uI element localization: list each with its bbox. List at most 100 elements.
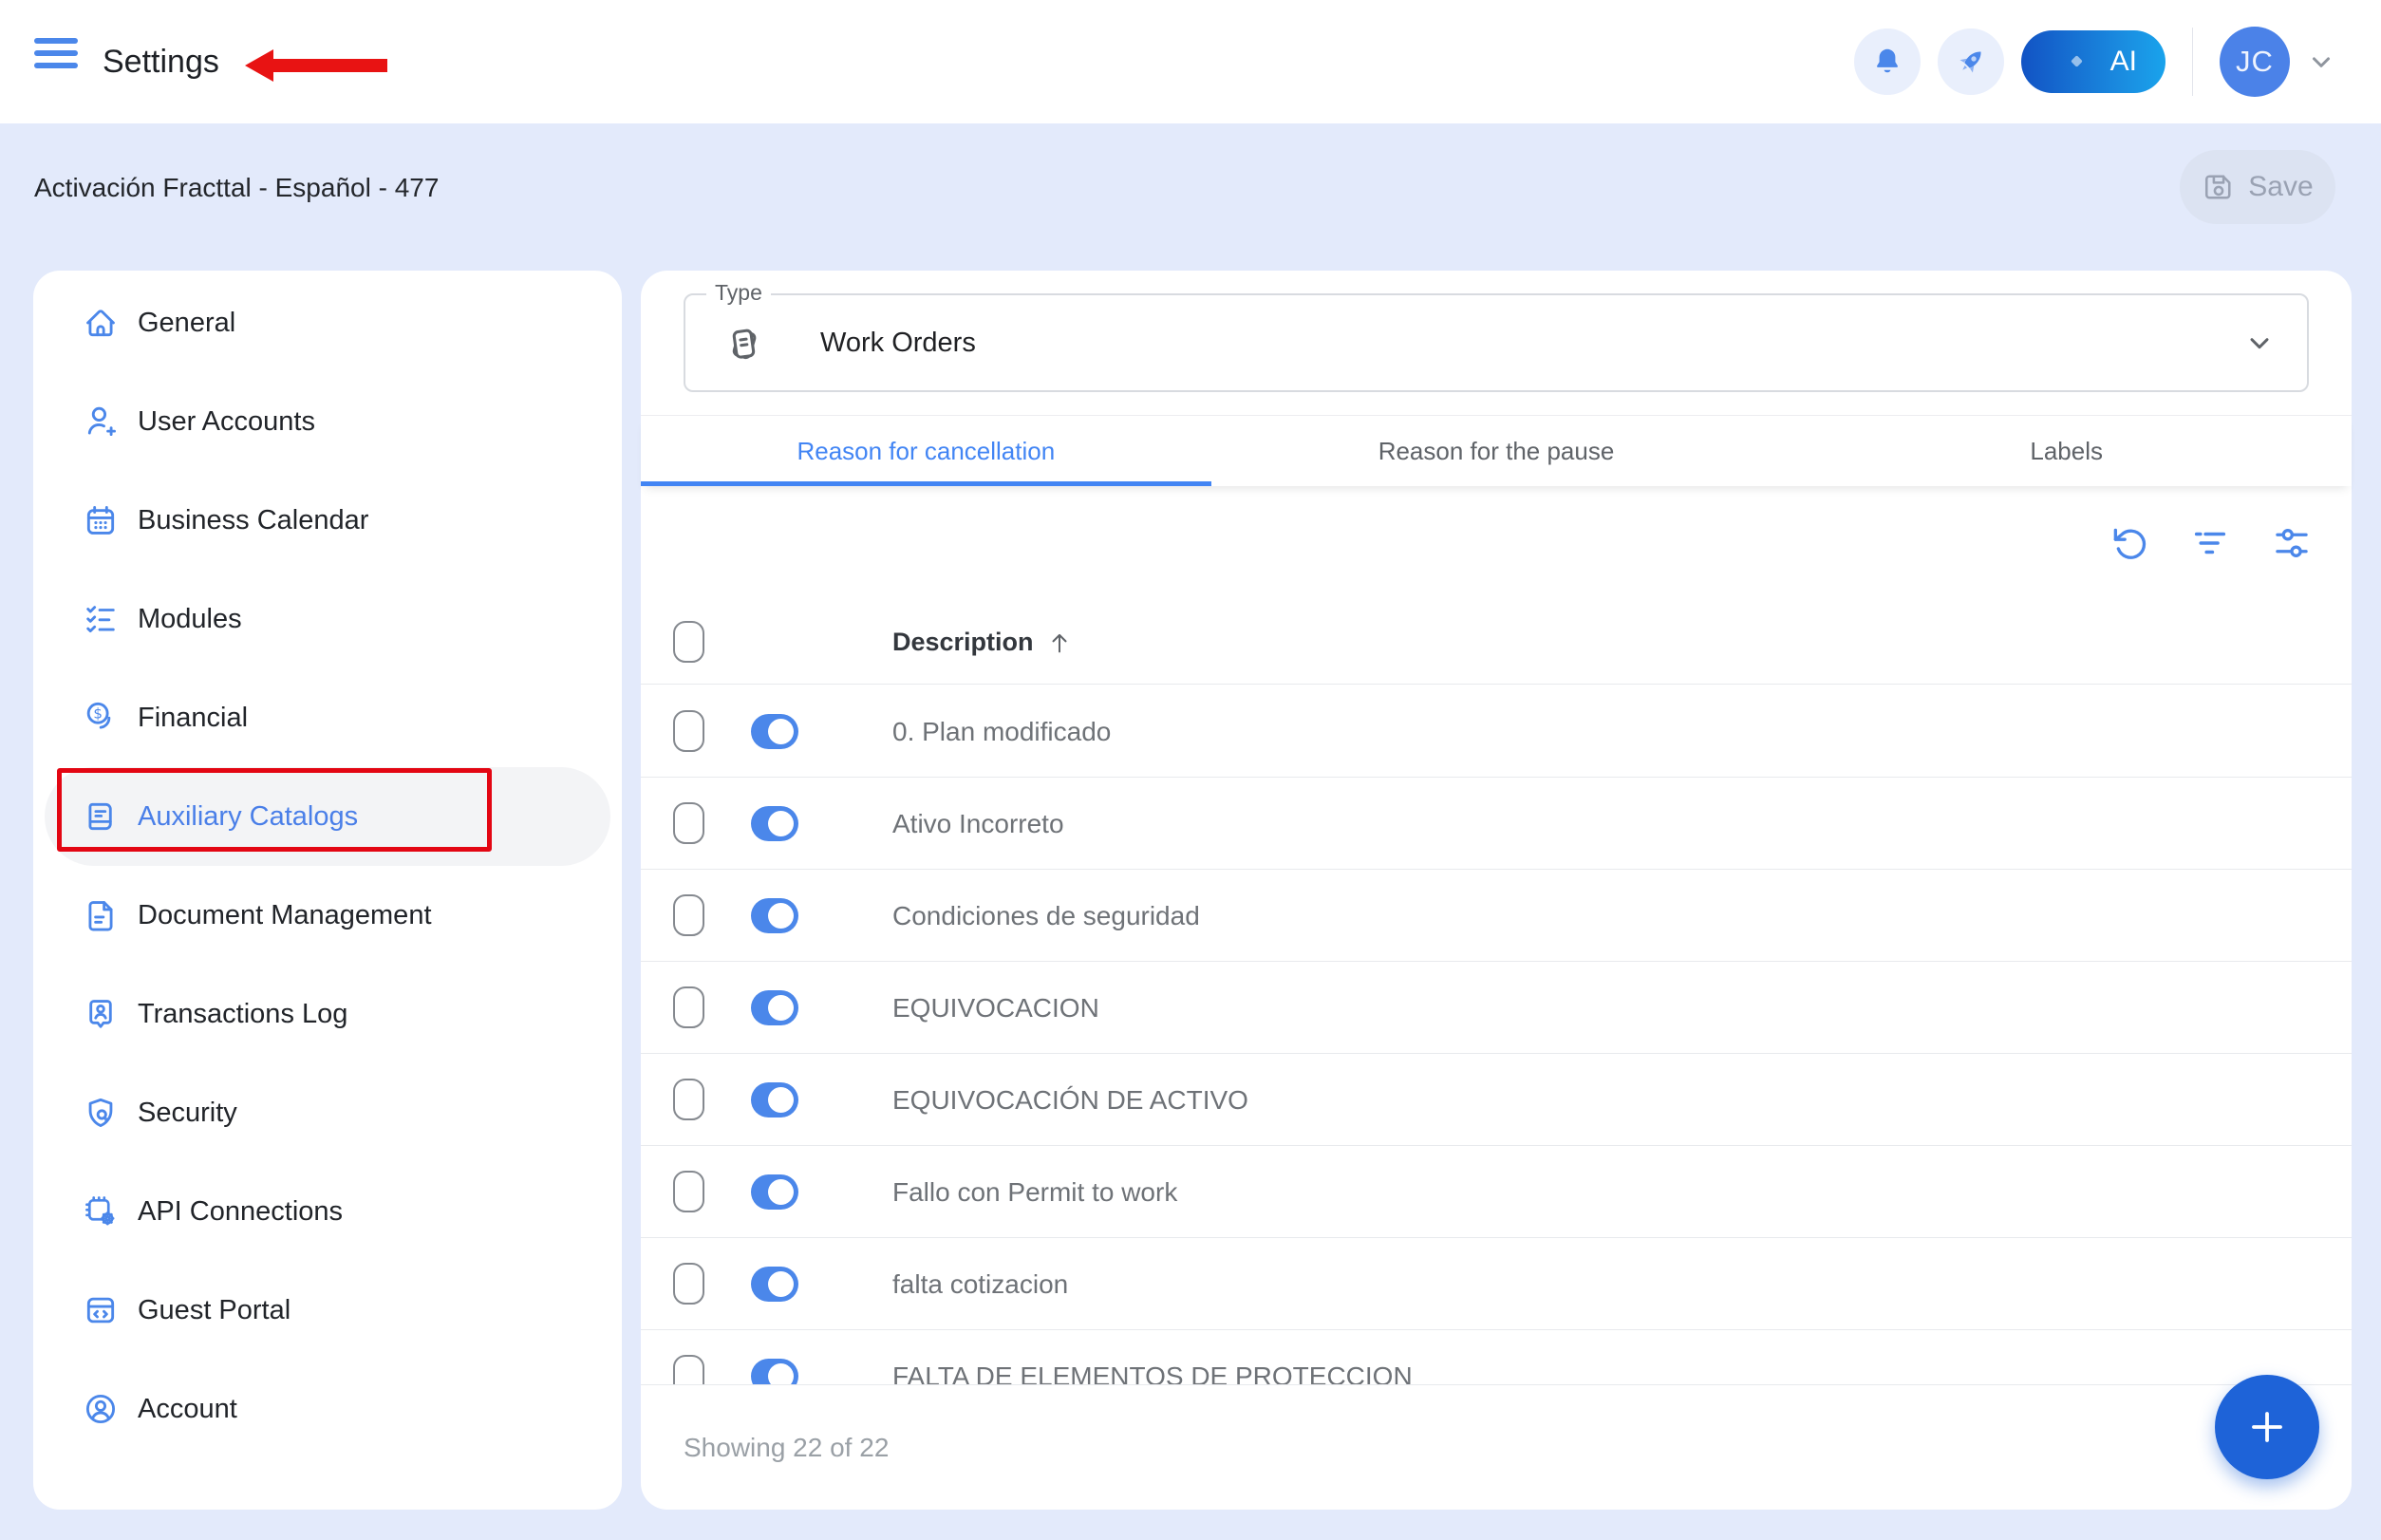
enabled-toggle[interactable] [751, 1267, 798, 1302]
document-icon [88, 901, 113, 931]
sidebar-item-api-connections[interactable]: API Connections [33, 1162, 622, 1261]
enabled-toggle[interactable] [751, 898, 798, 933]
row-description: EQUIVOCACIÓN DE ACTIVO [892, 1084, 1248, 1115]
notifications-bell-icon[interactable] [1854, 28, 1921, 95]
sidebar-item-auxiliary-catalogs[interactable]: Auxiliary Catalogs [33, 767, 622, 866]
plus-icon [2252, 1412, 2282, 1442]
catalog-book-icon [88, 802, 112, 831]
tab-reason-for-cancellation[interactable]: Reason for cancellation [641, 416, 1211, 486]
sparkle-icon [2071, 55, 2083, 67]
floppy-disk-icon [2205, 175, 2231, 199]
sidebar-item-account[interactable]: Account [33, 1360, 622, 1458]
chip-gear-icon [85, 1196, 115, 1226]
row-description: Condiciones de seguridad [892, 900, 1200, 930]
user-circle-icon [85, 1394, 116, 1424]
chevron-down-icon[interactable] [2307, 47, 2335, 76]
table-row: falta cotizacion [641, 1238, 2352, 1330]
table-footer: Showing 22 of 22 [641, 1384, 2352, 1510]
page-title: Settings [103, 43, 219, 80]
sidebar-item-business-calendar[interactable]: Business Calendar [33, 471, 622, 570]
sub-header: Activación Fracttal - Español - 477 Save [0, 123, 2381, 252]
row-description: FALTA DE ELEMENTOS DE PROTECCION [892, 1361, 1413, 1385]
filter-icon[interactable] [2190, 523, 2230, 563]
enabled-toggle[interactable] [751, 806, 798, 841]
sidebar-item-modules[interactable]: Modules [33, 570, 622, 668]
sidebar-item-label: User Accounts [138, 405, 315, 437]
sidebar-item-security[interactable]: Security [33, 1063, 622, 1162]
tab-bar: Reason for cancellation Reason for the p… [641, 415, 2352, 486]
shield-icon [88, 1098, 113, 1128]
tab-reason-for-the-pause[interactable]: Reason for the pause [1211, 416, 1782, 486]
row-checkbox[interactable] [673, 894, 704, 936]
checklist-icon [86, 606, 115, 633]
tune-sliders-icon[interactable] [2272, 523, 2312, 563]
red-arrow-annotation [245, 49, 387, 82]
row-checkbox[interactable] [673, 802, 704, 844]
row-description: falta cotizacion [892, 1268, 1069, 1299]
sort-ascending-icon [1052, 633, 1067, 652]
table-row: FALTA DE ELEMENTOS DE PROTECCION [641, 1330, 2352, 1384]
menu-icon[interactable] [34, 38, 82, 85]
row-description: Ativo Incorreto [892, 808, 1064, 838]
sidebar-item-user-accounts[interactable]: User Accounts [33, 372, 622, 471]
row-checkbox[interactable] [673, 986, 704, 1028]
svg-text:$: $ [93, 705, 103, 723]
row-description: EQUIVOCACION [892, 992, 1099, 1023]
sidebar-item-transactions-log[interactable]: Transactions Log [33, 965, 622, 1063]
sidebar-item-label: Auxiliary Catalogs [138, 800, 359, 832]
row-checkbox[interactable] [673, 710, 704, 752]
row-checkbox[interactable] [673, 1263, 704, 1305]
type-select-label: Type [706, 280, 771, 306]
calendar-icon [86, 505, 115, 535]
enabled-toggle[interactable] [751, 714, 798, 749]
table-row: EQUIVOCACIÓN DE ACTIVO [641, 1054, 2352, 1146]
table-row: Fallo con Permit to work [641, 1146, 2352, 1238]
list-toolbar [641, 486, 2352, 600]
table-row: 0. Plan modificado [641, 685, 2352, 778]
tab-labels[interactable]: Labels [1781, 416, 2352, 486]
row-checkbox[interactable] [673, 1171, 704, 1212]
ai-assistant-button[interactable]: AI [2021, 30, 2165, 93]
home-icon [86, 310, 115, 337]
topbar-actions: AI JC [1854, 0, 2335, 123]
sidebar-item-label: Account [138, 1393, 237, 1424]
type-select[interactable]: Type Work Orders [684, 280, 2309, 392]
row-checkbox[interactable] [673, 1355, 704, 1384]
settings-sidebar: General User Accounts Business Calendar … [33, 271, 622, 1510]
enabled-toggle[interactable] [751, 1082, 798, 1117]
sidebar-item-label: Transactions Log [138, 998, 348, 1029]
type-select-value: Work Orders [820, 327, 976, 358]
enabled-toggle[interactable] [751, 1174, 798, 1210]
sidebar-item-document-management[interactable]: Document Management [33, 866, 622, 965]
badge-person-icon [89, 1000, 112, 1028]
enabled-toggle[interactable] [751, 990, 798, 1025]
work-order-icon [722, 323, 765, 366]
add-button[interactable] [2215, 1375, 2319, 1479]
column-header-description[interactable]: Description [892, 600, 1074, 685]
divider [2192, 28, 2193, 96]
avatar[interactable]: JC [2220, 27, 2290, 97]
coins-icon: $ [86, 702, 111, 729]
auxiliary-catalogs-panel: Type Work Orders Reason for cancellation… [641, 271, 2352, 1510]
chevron-down-icon [2244, 328, 2275, 358]
table-row: Ativo Incorreto [641, 778, 2352, 870]
enabled-toggle[interactable] [751, 1359, 798, 1384]
user-plus-icon [87, 406, 116, 437]
sidebar-item-label: Guest Portal [138, 1294, 291, 1325]
sidebar-item-financial[interactable]: $ Financial [33, 668, 622, 767]
sidebar-item-general[interactable]: General [33, 273, 622, 372]
rocket-icon[interactable] [1938, 28, 2004, 95]
browser-code-icon [86, 1297, 115, 1324]
row-checkbox[interactable] [673, 1079, 704, 1120]
refresh-icon[interactable] [2109, 523, 2148, 563]
breadcrumb: Activación Fracttal - Español - 477 [34, 172, 440, 202]
select-all-checkbox[interactable] [673, 621, 704, 663]
sidebar-item-guest-portal[interactable]: Guest Portal [33, 1261, 622, 1360]
sidebar-item-label: Document Management [138, 899, 432, 930]
row-description: 0. Plan modificado [892, 716, 1112, 746]
save-button[interactable]: Save [2180, 150, 2335, 224]
sidebar-item-label: Financial [138, 702, 249, 733]
sidebar-item-label: Security [138, 1097, 237, 1128]
table-row: EQUIVOCACION [641, 962, 2352, 1054]
top-bar: Settings AI JC [0, 0, 2381, 123]
